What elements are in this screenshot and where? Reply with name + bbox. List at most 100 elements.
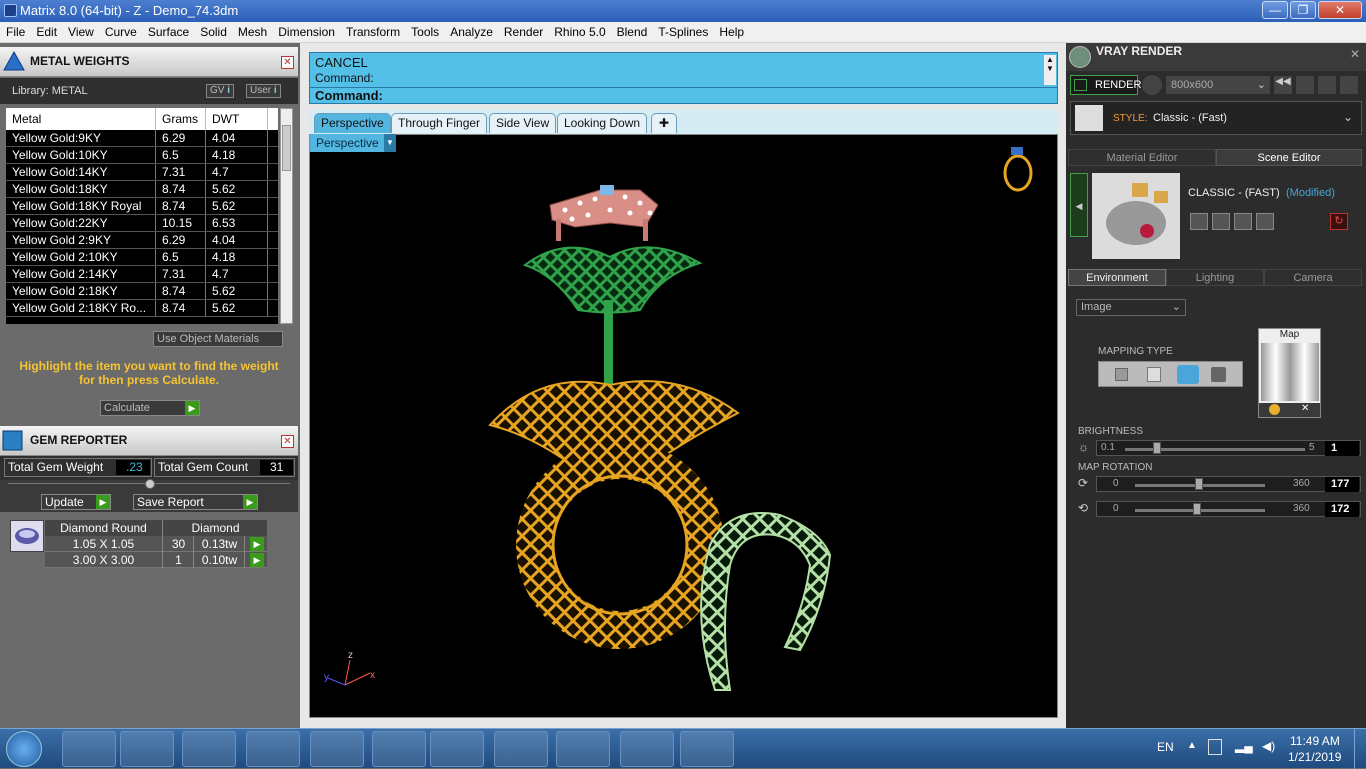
taskbar-app-icon[interactable]: [494, 731, 548, 767]
metal-row[interactable]: Yellow Gold:9KY 6.29 4.04: [6, 130, 278, 147]
viewport[interactable]: z x y: [309, 134, 1058, 718]
gem-row[interactable]: 3.00 X 3.00 1 0.10tw ▶: [45, 552, 267, 568]
import-scene-icon[interactable]: [1256, 213, 1274, 230]
rotation-h-value[interactable]: 177: [1325, 477, 1359, 492]
save-as-scene-icon[interactable]: [1212, 213, 1230, 230]
menu-blend[interactable]: Blend: [611, 25, 653, 39]
tab-environment[interactable]: Environment: [1068, 269, 1166, 286]
vray-close-icon[interactable]: ✕: [1350, 47, 1360, 61]
tray-expand-icon[interactable]: ▲: [1187, 740, 1197, 751]
tab-perspective[interactable]: Perspective: [314, 113, 391, 133]
menu-surface[interactable]: Surface: [142, 25, 194, 39]
gem-row-arrow-icon[interactable]: ▶: [250, 553, 264, 567]
tab-material-editor[interactable]: Material Editor: [1068, 149, 1216, 166]
menu-analyze[interactable]: Analyze: [444, 25, 498, 39]
taskbar-chrome-icon[interactable]: [372, 731, 426, 767]
taskbar-viber-icon[interactable]: [310, 731, 364, 767]
style-selector[interactable]: STYLE: Classic - (Fast) ⌄: [1070, 101, 1362, 135]
gem-row-arrow-icon[interactable]: ▶: [250, 537, 264, 551]
tab-looking-down[interactable]: Looking Down: [557, 113, 648, 133]
taskbar-ie-icon[interactable]: [62, 731, 116, 767]
menu-file[interactable]: File: [0, 25, 30, 39]
metal-row[interactable]: Yellow Gold 2:18KY Ro... 8.74 5.62: [6, 300, 278, 317]
user-toggle[interactable]: User i: [246, 84, 281, 98]
scrollbar-thumb[interactable]: [282, 125, 291, 171]
brightness-slider[interactable]: [1125, 448, 1305, 451]
metal-row[interactable]: Yellow Gold:18KY 8.74 5.62: [6, 181, 278, 198]
menu-render[interactable]: Render: [498, 25, 548, 39]
menu-solid[interactable]: Solid: [194, 25, 232, 39]
brightness-value[interactable]: 1: [1325, 441, 1359, 456]
render-button[interactable]: RENDER: [1070, 75, 1141, 95]
tab-through-finger[interactable]: Through Finger: [391, 113, 488, 133]
tab-side-view[interactable]: Side View: [489, 113, 557, 133]
metal-row[interactable]: Yellow Gold:10KY 6.5 4.18: [6, 147, 278, 164]
tab-scene-editor[interactable]: Scene Editor: [1216, 149, 1362, 166]
mapping-screen-icon[interactable]: [1211, 367, 1226, 382]
update-button[interactable]: Update ▶: [41, 494, 111, 510]
mapping-box-icon[interactable]: [1147, 367, 1161, 382]
menu-mesh[interactable]: Mesh: [232, 25, 272, 39]
taskbar-photos-icon[interactable]: [430, 731, 484, 767]
mapping-planar-icon[interactable]: [1115, 368, 1128, 381]
menu-transform[interactable]: Transform: [340, 25, 405, 39]
collapse-arrow-icon[interactable]: ◀: [1070, 173, 1088, 237]
menu-tools[interactable]: Tools: [405, 25, 444, 39]
taskbar-matrix-icon[interactable]: [556, 731, 610, 767]
reset-scene-icon[interactable]: ↻: [1330, 213, 1348, 230]
show-desktop-button[interactable]: [1354, 729, 1366, 769]
use-object-materials-toggle[interactable]: Use Object Materials: [153, 331, 283, 347]
metal-row[interactable]: Yellow Gold:22KY 10.15 6.53: [6, 215, 278, 232]
menu-edit[interactable]: Edit: [30, 25, 62, 39]
save-report-button[interactable]: Save Report ▶: [133, 494, 258, 510]
calculate-button[interactable]: Calculate ▶: [100, 400, 200, 416]
globe-icon[interactable]: [1142, 75, 1162, 95]
taskbar-explorer-icon[interactable]: [120, 731, 174, 767]
tab-camera[interactable]: Camera: [1264, 269, 1362, 286]
map-preview[interactable]: Map ✕: [1258, 328, 1321, 418]
metal-row[interactable]: Yellow Gold 2:14KY 7.31 4.7: [6, 266, 278, 283]
command-input[interactable]: [390, 89, 1030, 103]
menu-view[interactable]: View: [62, 25, 99, 39]
map-color-icon[interactable]: [1269, 404, 1280, 415]
menu-dimension[interactable]: Dimension: [272, 25, 340, 39]
network-icon[interactable]: ▂▄: [1235, 739, 1253, 753]
gem-reporter-close-icon[interactable]: ✕: [281, 435, 294, 448]
list-icon[interactable]: [1318, 76, 1336, 94]
col-dwt[interactable]: DWT: [206, 108, 268, 130]
add-tab-icon[interactable]: ✚: [651, 113, 677, 133]
export-scene-icon[interactable]: [1234, 213, 1252, 230]
rotation-h-slider-handle[interactable]: [1195, 478, 1203, 490]
metal-row[interactable]: Yellow Gold 2:18KY 8.74 5.62: [6, 283, 278, 300]
splitter-handle-icon[interactable]: [145, 479, 155, 489]
tab-lighting[interactable]: Lighting: [1166, 269, 1264, 286]
brightness-slider-handle[interactable]: [1153, 442, 1161, 454]
clock-time[interactable]: 11:49 AM: [1290, 734, 1340, 748]
metal-row[interactable]: Yellow Gold:18KY Royal 8.74 5.62: [6, 198, 278, 215]
frame-buffer-icon[interactable]: [1296, 76, 1314, 94]
metal-row[interactable]: Yellow Gold 2:10KY 6.5 4.18: [6, 249, 278, 266]
command-scroll[interactable]: ▲ ▼: [1044, 55, 1056, 85]
metal-weights-close-icon[interactable]: ✕: [281, 56, 294, 69]
menu-curve[interactable]: Curve: [99, 25, 142, 39]
metal-table-scrollbar[interactable]: [280, 108, 293, 324]
minimize-button[interactable]: —: [1262, 1, 1288, 19]
volume-icon[interactable]: ◀): [1262, 739, 1275, 753]
maximize-button[interactable]: ❐: [1290, 1, 1316, 19]
language-indicator[interactable]: EN: [1157, 740, 1174, 754]
settings-icon[interactable]: [1340, 76, 1358, 94]
taskbar-control-panel-icon[interactable]: [620, 731, 674, 767]
menu-rhino[interactable]: Rhino 5.0: [548, 25, 610, 39]
taskbar-media-icon[interactable]: [182, 731, 236, 767]
start-button-icon[interactable]: [6, 731, 42, 767]
rotation-v-value[interactable]: 172: [1325, 502, 1359, 517]
orientation-ring-icon[interactable]: [1003, 147, 1033, 192]
menu-help[interactable]: Help: [713, 25, 749, 39]
map-clear-icon[interactable]: ✕: [1301, 403, 1309, 414]
gem-row[interactable]: 1.05 X 1.05 30 0.13tw ▶: [45, 536, 267, 552]
mapping-spherical-icon[interactable]: [1177, 365, 1199, 384]
metal-row[interactable]: Yellow Gold:14KY 7.31 4.7: [6, 164, 278, 181]
taskbar-paint-icon[interactable]: [680, 731, 734, 767]
save-scene-icon[interactable]: [1190, 213, 1208, 230]
col-metal[interactable]: Metal: [6, 108, 156, 130]
